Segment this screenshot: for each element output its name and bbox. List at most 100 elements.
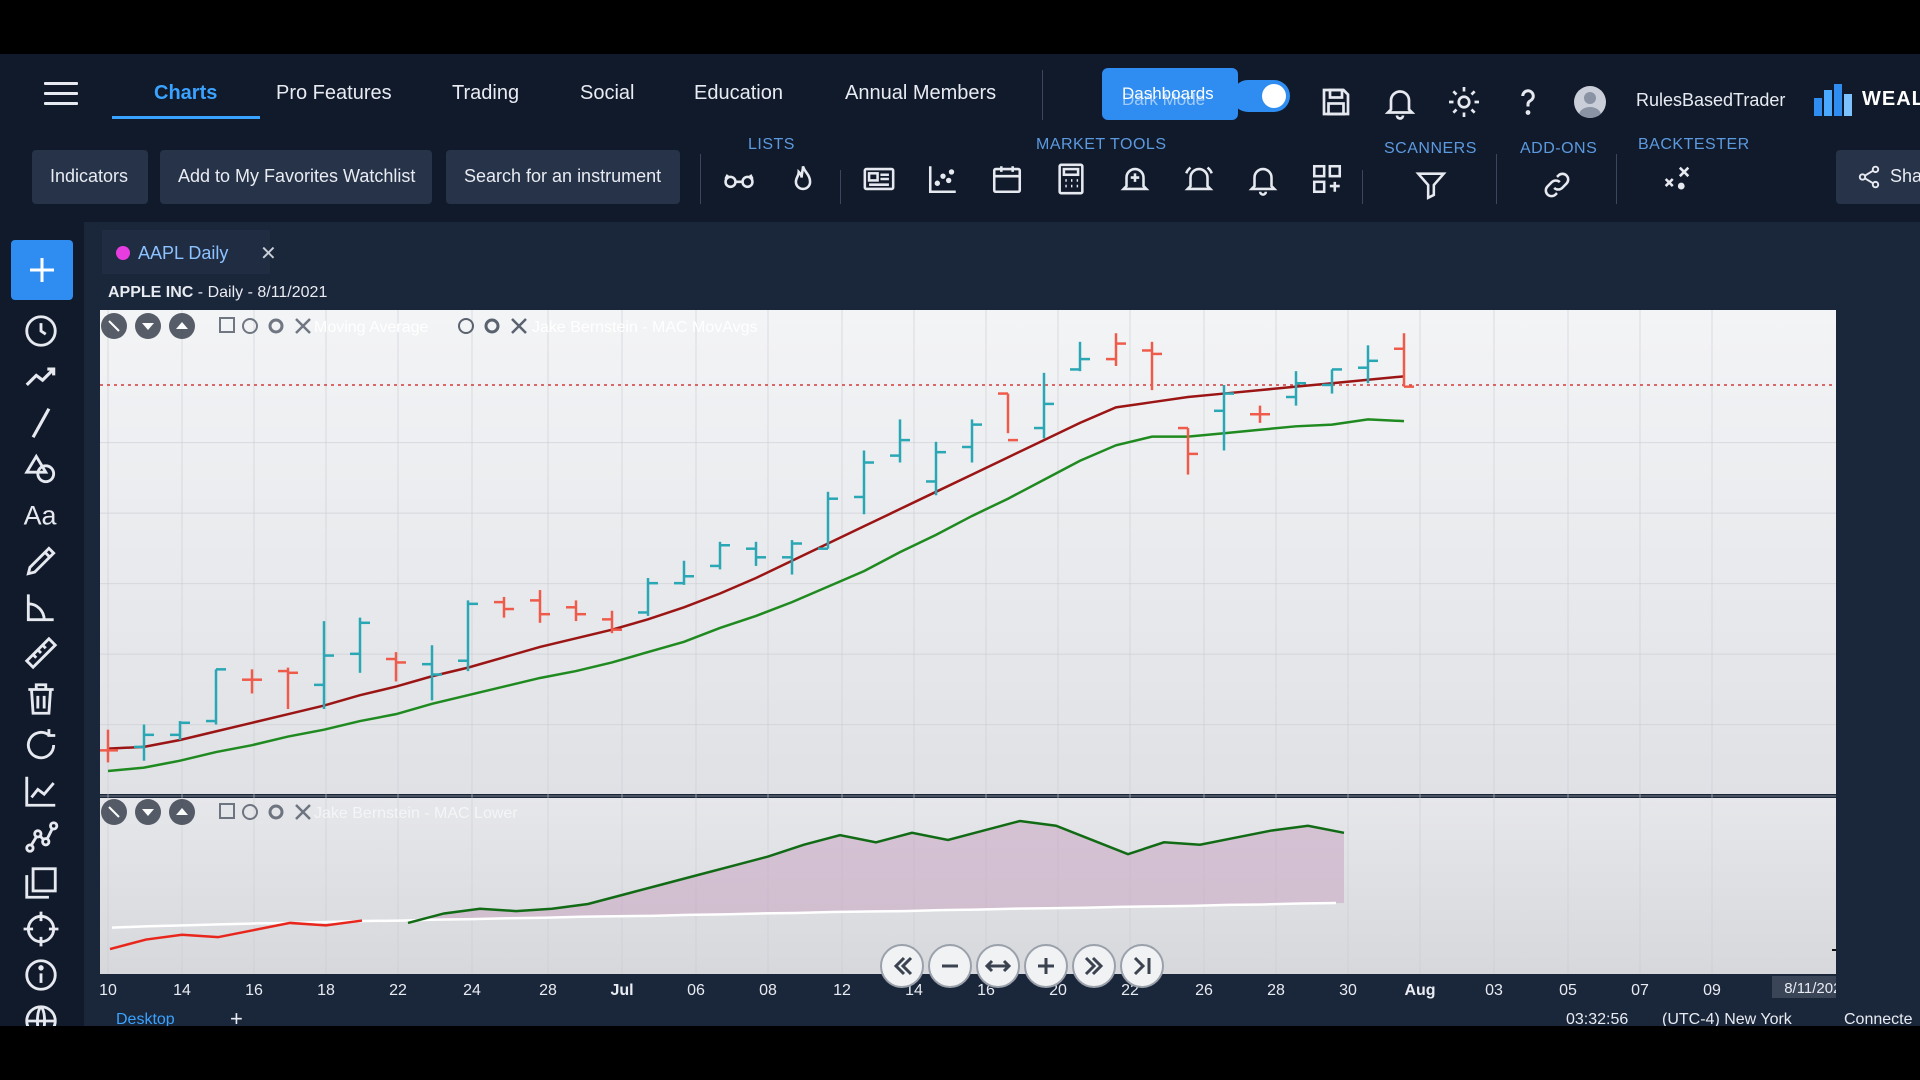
share-icon [1858,165,1880,189]
avatar[interactable] [1574,86,1606,118]
fit-range-icon[interactable] [976,944,1020,988]
backtester-label: BACKTESTER [1638,136,1750,153]
time-axis-tick: 03 [1485,982,1503,999]
tab-annual-members[interactable]: Annual Members [845,82,996,105]
zoom-out-icon[interactable] [928,944,972,988]
trash-icon[interactable] [22,680,60,718]
calendar-icon[interactable] [990,162,1024,196]
hot-list-flame-icon[interactable] [786,162,820,196]
angle-tool-icon[interactable] [22,588,60,626]
scanner-filter-icon[interactable] [1414,168,1448,202]
history-clock-icon[interactable] [22,312,60,350]
globe-icon[interactable] [22,1002,60,1026]
time-axis-tick: 26 [1195,982,1213,999]
heatmap-grid-icon[interactable] [1310,162,1344,196]
indicators-button[interactable]: Indicators [32,150,148,204]
username[interactable]: RulesBasedTrader [1636,90,1785,111]
tab-social[interactable]: Social [580,82,634,105]
notification-bell-icon[interactable] [1382,84,1418,120]
dashboards-button[interactable]: Dark Mode Dashboards [1102,68,1238,120]
close-tab-icon[interactable]: ✕ [260,241,277,266]
time-axis-tick: 14 [173,982,191,999]
brand-logo[interactable]: WEALT [1812,80,1920,120]
lists-label: LISTS [748,136,795,153]
add-to-favorites-button[interactable]: Add to My Favorites Watchlist [160,150,432,204]
time-axis-tick: 22 [389,982,407,999]
time-axis-tick: 16 [245,982,263,999]
instrument-search-input[interactable]: Search for an instrument [446,150,680,204]
save-icon[interactable] [1318,84,1354,120]
chart-tab-color-dot [116,246,130,260]
instrument-name: APPLE INC [108,284,194,301]
news-icon[interactable] [862,162,896,196]
time-axis-tick: 28 [539,982,557,999]
settings-gear-icon[interactable] [1446,84,1482,120]
watchlist-glasses-icon[interactable] [722,162,756,196]
dark-mode-toggle[interactable] [1232,80,1290,112]
time-axis-tick: 08 [759,982,777,999]
layers-icon[interactable] [22,864,60,902]
tab-education[interactable]: Education [694,82,783,105]
time-axis-tick: 07 [1631,982,1649,999]
tab-trading[interactable]: Trading [452,82,519,105]
letterbox-bottom [0,1026,1920,1080]
scatter-chart-icon[interactable] [926,162,960,196]
chart-tab-bar: AAPL Daily ✕ [84,230,1920,274]
refresh-icon[interactable] [22,726,60,764]
time-axis-tick: 06 [687,982,705,999]
toolbar-divider [1362,170,1363,204]
scroll-end-icon[interactable] [1120,944,1164,988]
price-chart[interactable]: 143.15139.06134.97130.88126.79148.2146.5… [100,308,1836,1000]
node-path-icon[interactable] [22,818,60,856]
brand-name: WEALT [1862,88,1920,110]
time-axis-tick: 18 [317,982,335,999]
study-label-mac-lower: Jake Bernstein - MAC Lower [314,805,518,822]
time-axis-tick: 10 [100,982,117,999]
trend-line-icon[interactable] [22,358,60,396]
pencil-icon[interactable] [22,542,60,580]
toolbar-divider [840,170,841,204]
market-tools-label: MARKET TOOLS [1036,136,1167,153]
time-axis-tick: 24 [463,982,481,999]
crosshair-icon[interactable] [22,910,60,948]
svg-text:Aa: Aa [24,501,57,531]
help-icon[interactable] [1510,84,1546,120]
tab-charts[interactable]: Charts [154,82,217,105]
tab-pro-features[interactable]: Pro Features [276,82,392,105]
chart-title: APPLE INC - Daily - 8/11/2021 [108,284,327,302]
ruler-icon[interactable] [22,634,60,672]
chart-tab-label: AAPL Daily [138,243,229,263]
zoom-in-icon[interactable] [1024,944,1068,988]
addons-link-icon[interactable] [1540,168,1574,202]
time-axis-tick: Jul [610,982,633,999]
chart-toolbar: Indicators Add to My Favorites Watchlist… [0,136,1920,222]
nav-divider [1042,70,1043,120]
add-drawing-button[interactable] [11,240,73,300]
time-axis-tick: Aug [1404,982,1435,999]
calculator-icon[interactable] [1054,162,1088,196]
chart-tab-aapl[interactable]: AAPL Daily ✕ [102,230,277,274]
hamburger-menu-icon[interactable] [44,82,78,106]
app-window: Charts Pro Features Trading Social Educa… [0,0,1920,1080]
backtester-icon[interactable] [1660,162,1694,196]
scroll-forward-icon[interactable] [1072,944,1116,988]
drawing-tools-sidebar: Aa [0,222,84,1026]
ringing-alert-bell-icon[interactable] [1182,162,1216,196]
time-axis-tick: 28 [1267,982,1285,999]
info-icon[interactable] [22,956,60,994]
share-label: Shar [1890,166,1920,186]
text-tool-icon[interactable]: Aa [22,496,60,534]
time-axis-tick: 09 [1703,982,1721,999]
brand-logo-icon [1814,84,1852,116]
line-tool-icon[interactable] [22,404,60,442]
active-tab-underline [112,116,260,119]
study-label-moving-average: Moving Average [314,319,429,336]
share-button[interactable]: Shar [1836,150,1920,204]
alert-bell-icon[interactable] [1246,162,1280,196]
scroll-start-icon[interactable] [880,944,924,988]
add-alert-bell-icon[interactable] [1118,162,1152,196]
line-chart-icon[interactable] [22,772,60,810]
plus-icon [30,258,54,282]
shapes-icon[interactable] [22,450,60,488]
scanners-label: SCANNERS [1384,140,1477,157]
